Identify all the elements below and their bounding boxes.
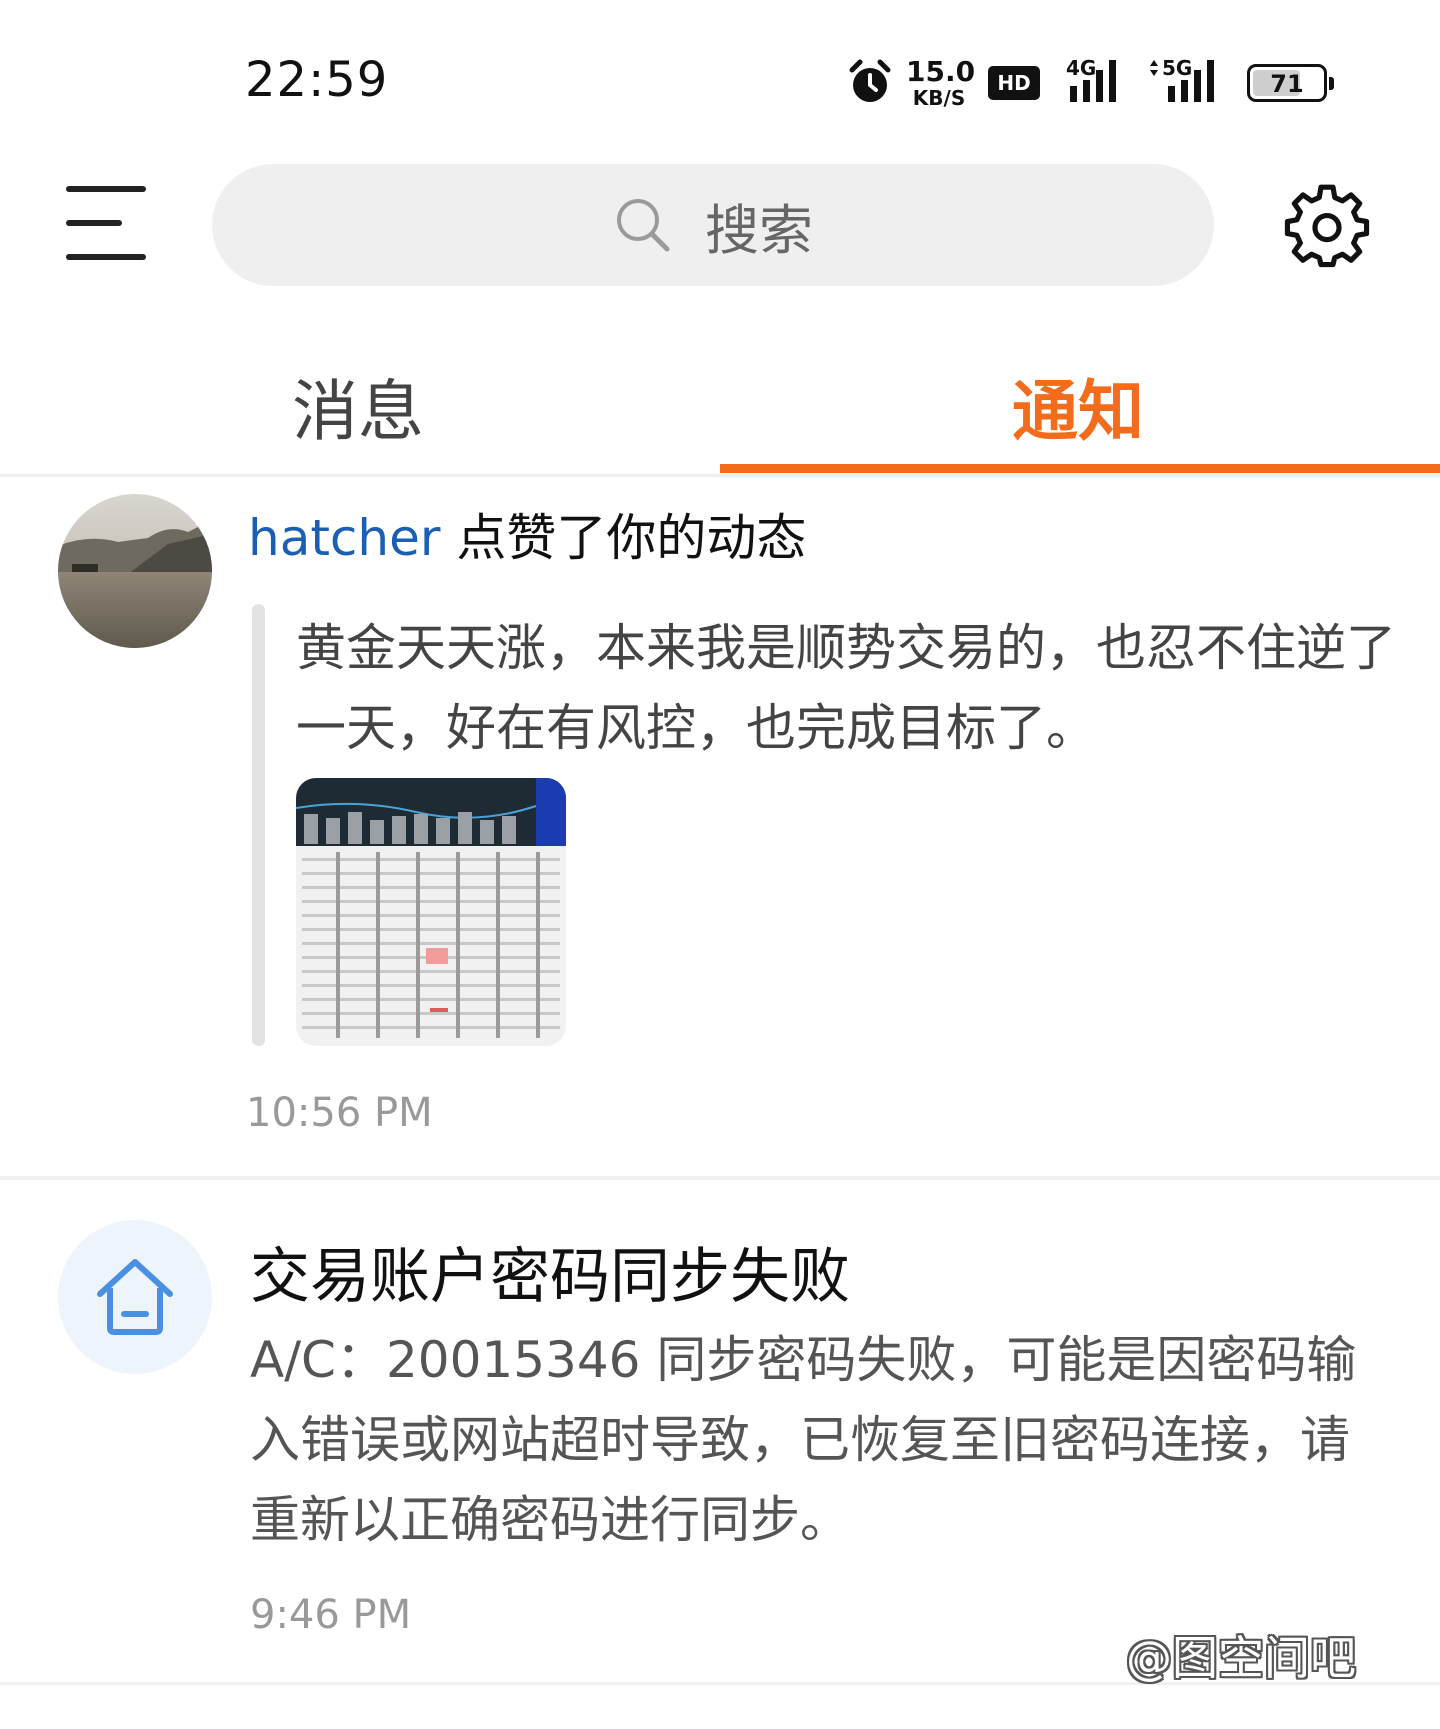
watermark: @图空间吧 (1126, 1631, 1356, 1685)
tabs-divider (0, 474, 1440, 477)
network-speed: 15.0 KB/S (906, 55, 976, 110)
home-icon (97, 1259, 173, 1335)
notification-title: hatcher 点赞了你的动态 (248, 498, 806, 570)
notification-action: 点赞了你的动态 (456, 509, 807, 567)
notification-body[interactable]: A/C：20015346 同步密码失败，可能是因密码输入错误或网站超时导致，已恢… (250, 1320, 1380, 1560)
hd-voice-badge: HD (988, 66, 1040, 100)
status-time: 22:59 (245, 52, 389, 108)
signal-4g-icon: 4G (1066, 56, 1130, 106)
battery-icon: 71 (1247, 64, 1334, 102)
settings-gear-icon[interactable] (1284, 182, 1370, 268)
tab-notifications[interactable]: 通知 (1012, 358, 1144, 454)
battery-level: 71 (1270, 70, 1304, 98)
post-text[interactable]: 黄金天天涨，本来我是顺势交易的，也忍不住逆了一天，好在有风控，也完成目标了。 (296, 608, 1406, 768)
tab-messages[interactable]: 消息 (292, 358, 424, 454)
list-divider (0, 1176, 1440, 1180)
alarm-icon (849, 59, 891, 102)
search-bar[interactable]: 搜索 (212, 164, 1214, 286)
system-avatar (58, 1220, 212, 1374)
network-speed-unit: KB/S (912, 86, 966, 110)
network-speed-value: 15.0 (906, 55, 976, 88)
active-tab-indicator (720, 464, 1440, 473)
notification-timestamp: 10:56 PM (246, 1090, 433, 1136)
search-placeholder: 搜索 (705, 198, 813, 262)
notification-title: 交易账户密码同步失败 (250, 1242, 850, 1312)
quote-bar (252, 604, 265, 1046)
signal-5g-icon: 5G (1144, 56, 1228, 106)
menu-button[interactable] (66, 186, 146, 262)
notification-timestamp: 9:46 PM (250, 1592, 412, 1638)
search-icon (617, 199, 670, 252)
username-link[interactable]: hatcher (248, 509, 440, 567)
post-image-thumbnail[interactable] (296, 778, 566, 1046)
user-avatar[interactable] (58, 494, 212, 648)
